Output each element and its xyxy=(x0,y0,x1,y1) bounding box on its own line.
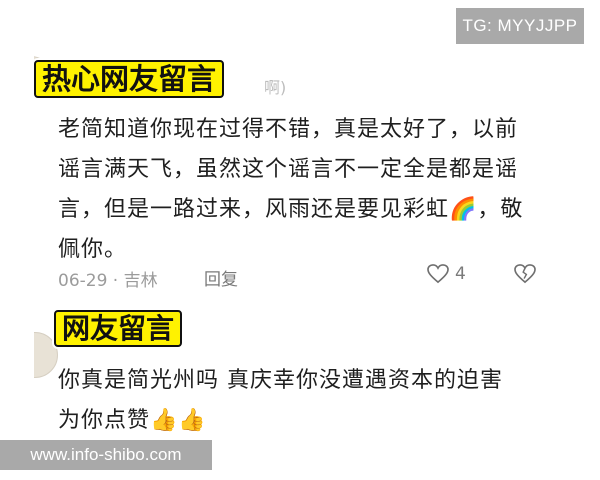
comment-meta: 06-29 · 吉林 回复 4 xyxy=(58,264,558,291)
reply-button[interactable]: 回复 xyxy=(204,265,238,290)
comment-text: 你真是简光州吗 真庆幸你没遭遇资本的迫害 为你点赞👍👍 xyxy=(58,368,503,433)
username-fragment: 啊) xyxy=(264,78,287,97)
comment-date-location: 06-29 · 吉林 xyxy=(58,271,158,291)
comment-card: 啊) 热心网友留言 老简知道你现在过得不错，真是太好了，以前谣言满天飞，虽然这个… xyxy=(34,44,570,438)
tg-watermark: TG: MYYJJPP xyxy=(456,8,584,44)
site-watermark: www.info-shibo.com xyxy=(0,440,212,470)
comment-stamp: 网友留言 xyxy=(54,310,183,348)
dislike-button[interactable] xyxy=(514,264,536,289)
like-button[interactable]: 4 xyxy=(427,264,466,284)
comment-text: 老简知道你现在过得不错，真是太好了，以前谣言满天飞，虽然这个谣言不一定全是都是谣… xyxy=(58,117,524,262)
heart-outline-icon xyxy=(427,264,449,284)
broken-heart-icon xyxy=(514,264,536,284)
like-count: 4 xyxy=(455,264,466,284)
hot-comment-stamp: 热心网友留言 xyxy=(34,60,225,99)
